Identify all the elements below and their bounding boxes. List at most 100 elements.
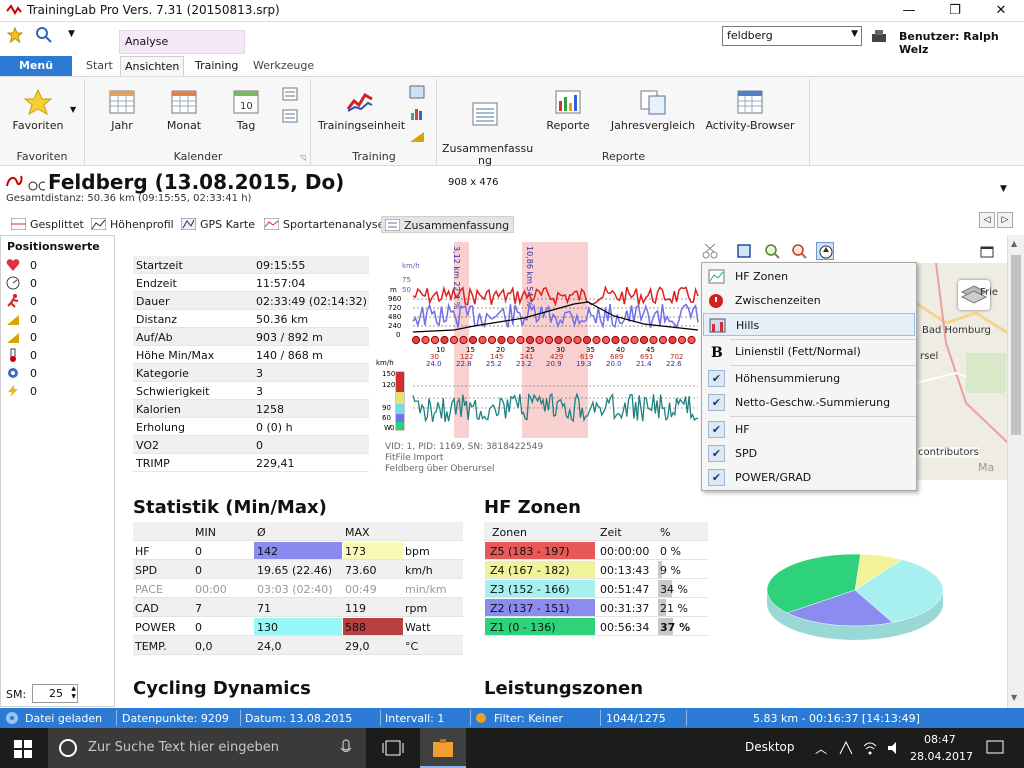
- grid-icon[interactable]: [409, 85, 425, 99]
- scissors-icon[interactable]: [701, 242, 719, 260]
- tab-ansichten[interactable]: Ansichten: [120, 56, 185, 76]
- taskbar-search-box[interactable]: Zur Suche Text hier eingeben: [48, 728, 366, 768]
- hill-marker[interactable]: [649, 335, 658, 345]
- tab-gps-karte[interactable]: GPS Karte: [178, 216, 259, 233]
- hill-marker[interactable]: [639, 335, 649, 345]
- menu-item-linienstil[interactable]: B Linienstil (Fett/Normal): [703, 340, 915, 363]
- hill-marker[interactable]: [668, 335, 677, 345]
- menu-item-hills[interactable]: Hills: [703, 313, 915, 336]
- hill-marker[interactable]: [516, 335, 525, 345]
- hill-marker[interactable]: [535, 335, 544, 345]
- hill-marker[interactable]: [487, 335, 497, 345]
- tab-zusammenfassung[interactable]: Zusammenfassung: [381, 216, 515, 233]
- hill-marker[interactable]: [497, 335, 506, 345]
- hill-marker[interactable]: [677, 335, 687, 345]
- hill-marker[interactable]: [506, 335, 516, 345]
- hill-marker[interactable]: [554, 335, 563, 345]
- favoriten-dropdown-icon[interactable]: ▼: [70, 105, 76, 114]
- scrollbar-thumb[interactable]: [1011, 255, 1021, 435]
- window-icon[interactable]: [980, 246, 994, 258]
- tab-start[interactable]: Start: [82, 56, 117, 76]
- hill-marker[interactable]: [563, 335, 573, 345]
- zoom-in-icon[interactable]: [763, 242, 781, 260]
- tag-button[interactable]: 10 Tag: [224, 89, 268, 132]
- jahresvergleich-button[interactable]: Jahresvergleich: [608, 89, 698, 132]
- hill-marker[interactable]: [430, 335, 440, 345]
- maximize-button[interactable]: ❐: [932, 0, 978, 22]
- select-icon[interactable]: [735, 242, 753, 260]
- hill-marker[interactable]: [544, 335, 554, 345]
- desktop-label[interactable]: Desktop: [745, 740, 795, 754]
- hill-marker[interactable]: [449, 335, 459, 345]
- users-icon[interactable]: [871, 29, 887, 43]
- favoriten-button[interactable]: Favoriten: [6, 89, 70, 132]
- wifi-icon[interactable]: [862, 740, 878, 756]
- hill-marker[interactable]: [620, 335, 630, 345]
- jahr-button[interactable]: Jahr: [100, 89, 144, 132]
- heading-dropdown-icon[interactable]: ▼: [1000, 184, 1007, 194]
- hill-marker[interactable]: [611, 335, 620, 345]
- menu-item-hf[interactable]: ✔ HF: [703, 418, 915, 441]
- scroll-up-icon[interactable]: ▲: [1011, 239, 1017, 248]
- stepper-arrows-icon[interactable]: ▲ ▼: [71, 685, 76, 701]
- star-icon[interactable]: [7, 27, 23, 43]
- hill-marker[interactable]: [582, 335, 592, 345]
- vertical-scrollbar[interactable]: ▲ ▼: [1007, 235, 1024, 708]
- hill-marker[interactable]: [478, 335, 487, 345]
- menu-item-spd[interactable]: ✔ SPD: [703, 442, 915, 465]
- search-star-icon[interactable]: [35, 26, 53, 44]
- sm-stepper[interactable]: 25 ▲ ▼: [32, 684, 78, 703]
- scroll-down-icon[interactable]: ▼: [1011, 693, 1017, 702]
- traininglab-taskbar-button[interactable]: [420, 728, 466, 768]
- list-icon[interactable]: [282, 87, 298, 101]
- volume-icon[interactable]: [886, 740, 902, 756]
- bar-chart-icon[interactable]: [409, 107, 425, 121]
- tab-gesplittet[interactable]: Gesplittet: [8, 216, 88, 233]
- menu-item-zwischenzeiten[interactable]: Zwischenzeiten: [703, 289, 915, 312]
- trainingseinheit-button[interactable]: Trainingseinheit: [318, 89, 405, 132]
- next-button[interactable]: ▷: [997, 212, 1013, 228]
- tab-werkzeuge[interactable]: Werkzeuge: [249, 56, 318, 76]
- hill-marker[interactable]: [573, 335, 582, 345]
- clock-date[interactable]: 28.04.2017: [910, 750, 973, 763]
- dialog-launcher-icon[interactable]: ◹: [300, 154, 305, 162]
- close-button[interactable]: ✕: [978, 0, 1024, 22]
- clock-time[interactable]: 08:47: [924, 733, 956, 746]
- network-icon[interactable]: [838, 740, 854, 756]
- hill-marker[interactable]: [658, 335, 668, 345]
- hill-marker[interactable]: [601, 335, 611, 345]
- menu-button[interactable]: Menü: [0, 56, 72, 76]
- hill-marker[interactable]: [421, 335, 430, 345]
- monat-button[interactable]: Monat: [162, 89, 206, 132]
- list-icon[interactable]: [282, 109, 298, 123]
- menu-item-power-grad[interactable]: ✔ POWER/GRAD: [703, 466, 915, 489]
- hill-marker[interactable]: [440, 335, 449, 345]
- incline-icon[interactable]: [409, 129, 425, 143]
- hill-marker[interactable]: [592, 335, 601, 345]
- windows-start-icon[interactable]: [14, 740, 32, 758]
- activity-browser-button[interactable]: Activity-Browser: [704, 89, 796, 132]
- tab-sportartenanalyse[interactable]: Sportartenanalyse: [261, 216, 388, 233]
- zoom-out-icon[interactable]: [790, 242, 808, 260]
- menu-item-hoehensummierung[interactable]: ✔ Höhensummierung: [703, 367, 915, 390]
- tray-chevron-icon[interactable]: ︿: [815, 740, 827, 757]
- hill-marker[interactable]: [459, 335, 468, 345]
- options-icon[interactable]: [816, 242, 834, 260]
- menu-item-hf-zonen[interactable]: HF Zonen: [703, 265, 915, 288]
- training-chart[interactable]: 3,12 km 22.4 % 10,86 km 54 % km/h 75 50 …: [374, 240, 702, 440]
- menu-item-netto-geschw[interactable]: ✔ Netto-Geschw.-Summierung: [703, 391, 915, 414]
- tab-training[interactable]: Training: [191, 56, 242, 76]
- tab-hoehenprofil[interactable]: Höhenprofil: [88, 216, 178, 233]
- microphone-icon[interactable]: [340, 739, 352, 757]
- hill-marker[interactable]: [468, 335, 478, 345]
- hill-marker[interactable]: [411, 335, 421, 345]
- qat-dropdown-icon[interactable]: ▼: [68, 29, 75, 39]
- search-input[interactable]: feldberg ▼: [722, 26, 862, 46]
- prev-button[interactable]: ◁: [979, 212, 995, 228]
- task-view-icon[interactable]: [382, 739, 404, 757]
- hill-marker[interactable]: [630, 335, 639, 345]
- reporte-button[interactable]: Reporte: [538, 89, 598, 132]
- map-view[interactable]: Frie Bad Homburg rsel contributors Ma: [916, 263, 1008, 480]
- hill-marker[interactable]: [687, 335, 696, 345]
- notifications-icon[interactable]: [986, 740, 1004, 756]
